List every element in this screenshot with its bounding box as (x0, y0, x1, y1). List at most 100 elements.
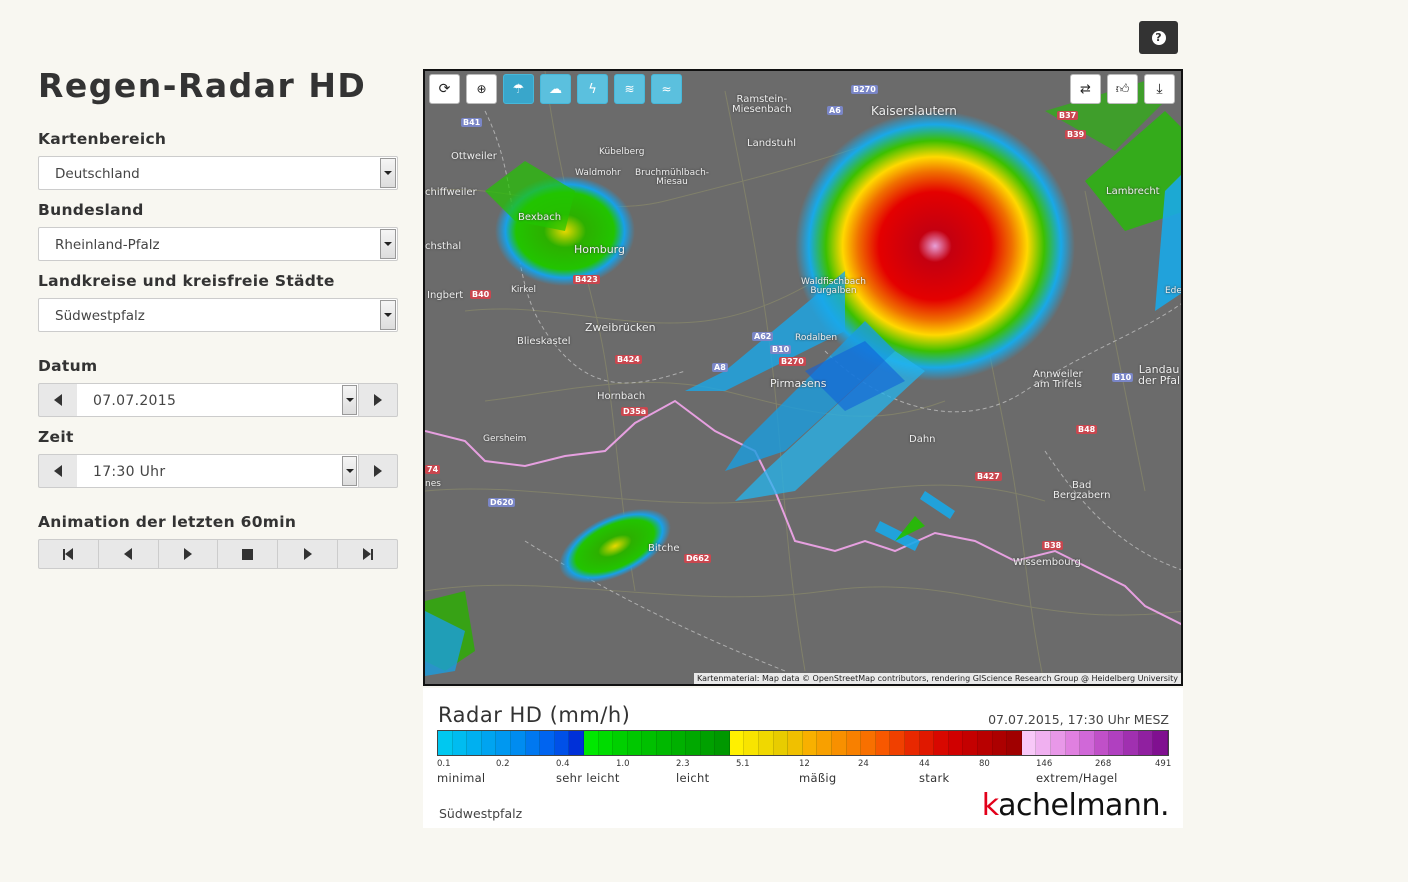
zoom-in-icon: ⊕ (476, 82, 487, 96)
datum-select[interactable]: 07.07.2015 (77, 383, 359, 417)
road-badge: B39 (1065, 130, 1087, 139)
bundesland-label: Bundesland (38, 201, 144, 219)
map-label: Rodalben (795, 333, 838, 343)
anim-forward-button[interactable] (277, 539, 339, 569)
anim-back-button[interactable] (97, 539, 159, 569)
cloud-rain-icon: ☁ (549, 81, 562, 97)
map-label: Zweibrücken (585, 321, 656, 334)
road-badge: B48 (1076, 425, 1098, 434)
datum-prev-button[interactable] (38, 383, 78, 417)
scale-swatch (861, 731, 876, 755)
color-scale (437, 730, 1169, 756)
scale-swatch (1021, 731, 1037, 755)
scale-swatch (1065, 731, 1081, 755)
anim-first-button[interactable] (38, 539, 99, 569)
map-label: Kirkel (511, 285, 537, 295)
road-badge: A62 (752, 332, 774, 341)
scale-swatch (802, 731, 818, 755)
landkreise-select[interactable]: Südwestpfalz (38, 298, 398, 332)
category-label: stark (919, 771, 950, 785)
scale-swatch (963, 731, 978, 755)
scale-swatch (890, 731, 905, 755)
map-label: Lambrecht (1106, 186, 1160, 197)
scale-swatch (598, 731, 614, 755)
caret-left-icon (54, 465, 62, 477)
scale-swatch (467, 731, 482, 755)
chevron-down-icon[interactable] (342, 385, 357, 415)
step-forward-icon (303, 548, 312, 560)
road-badge: D620 (488, 498, 516, 507)
scale-swatch (583, 731, 599, 755)
like-button[interactable]: 👍︎ (1107, 74, 1138, 104)
gust-layer-button[interactable]: ≋ (614, 74, 645, 104)
chevron-down-icon[interactable] (380, 300, 396, 330)
map-label: Landau der Pfal (1138, 363, 1181, 387)
map-label: Waldfischbach Burgalben (801, 277, 866, 296)
radar-legend: Radar HD (mm/h) 07.07.2015, 17:30 Uhr ME… (423, 688, 1183, 828)
bundesland-value: Rheinland-Pfalz (55, 237, 160, 253)
step-back-icon (124, 548, 133, 560)
scale-swatch (540, 731, 555, 755)
download-button[interactable]: ⤓ (1144, 74, 1175, 104)
zoom-in-button[interactable]: ⊕ (466, 74, 497, 104)
scale-swatch (569, 731, 584, 755)
map-label: Wissembourg (1013, 557, 1081, 568)
scale-value: 268 (1095, 759, 1112, 769)
retweet-icon: ⇄ (1080, 81, 1091, 97)
scale-swatch (715, 731, 730, 755)
map-label: Gersheim (483, 434, 527, 444)
scale-swatch (977, 731, 993, 755)
scale-swatch (452, 731, 468, 755)
scale-swatch (934, 731, 949, 755)
animation-label: Animation der letzten 60min (38, 513, 297, 531)
scale-swatch (759, 731, 774, 755)
anim-last-button[interactable] (337, 539, 398, 569)
cloud-layer-button[interactable]: ☁ (540, 74, 571, 104)
scale-swatch (832, 731, 847, 755)
legend-region: Südwestpfalz (439, 806, 523, 821)
anim-play-button[interactable] (157, 539, 219, 569)
zeit-select[interactable]: 17:30 Uhr (77, 454, 359, 488)
datum-next-button[interactable] (358, 383, 398, 417)
scale-swatch (700, 731, 716, 755)
category-label: leicht (676, 771, 710, 785)
bundesland-select[interactable]: Rheinland-Pfalz (38, 227, 398, 261)
wind-layer-button[interactable]: ≈ (651, 74, 682, 104)
stop-icon (242, 548, 254, 560)
lightning-layer-button[interactable]: ϟ (577, 74, 608, 104)
kartenbereich-label: Kartenbereich (38, 130, 167, 148)
scale-swatch (744, 731, 760, 755)
road-badge: B38 (1042, 541, 1064, 550)
refresh-button[interactable]: ⟳ (429, 74, 460, 104)
lightning-icon: ϟ (588, 81, 597, 97)
map-label: Ingbert (427, 290, 464, 301)
chevron-down-icon[interactable] (380, 158, 396, 188)
precip-layer-button[interactable]: ☂ (503, 74, 534, 104)
scale-values: 0.1 0.2 0.4 1.0 2.3 5.1 12 24 44 80 146 … (437, 759, 1171, 769)
map-label: nes (425, 479, 441, 489)
zeit-prev-button[interactable] (38, 454, 78, 488)
chevron-down-icon[interactable] (380, 229, 396, 259)
share-button[interactable]: ⇄ (1070, 74, 1101, 104)
map-label: Pirmasens (770, 377, 827, 390)
help-button[interactable]: ? (1139, 21, 1178, 54)
scale-swatch (642, 731, 657, 755)
scale-swatch (510, 731, 526, 755)
scale-swatch (817, 731, 833, 755)
scale-value: 80 (979, 759, 990, 769)
scale-swatch (846, 731, 862, 755)
radar-map[interactable]: ⟳ ⊕ ☂ ☁ ϟ ≋ ≈ ⇄ 👍︎ ⤓ Ramstein- Miesenbach… (423, 69, 1183, 686)
datum-label: Datum (38, 357, 98, 375)
scale-swatch (496, 731, 511, 755)
road-badge: D35a (621, 407, 649, 416)
scale-value: 2.3 (676, 759, 690, 769)
chevron-down-icon[interactable] (342, 456, 357, 486)
scale-swatch (1138, 731, 1154, 755)
map-attribution: Kartenmaterial: Map data © OpenStreetMap… (693, 673, 1181, 684)
scale-swatch (992, 731, 1008, 755)
anim-stop-button[interactable] (217, 539, 279, 569)
kartenbereich-select[interactable]: Deutschland (38, 156, 398, 190)
road-badge: B40 (470, 290, 492, 299)
zeit-next-button[interactable] (358, 454, 398, 488)
scale-value: 5.1 (736, 759, 750, 769)
